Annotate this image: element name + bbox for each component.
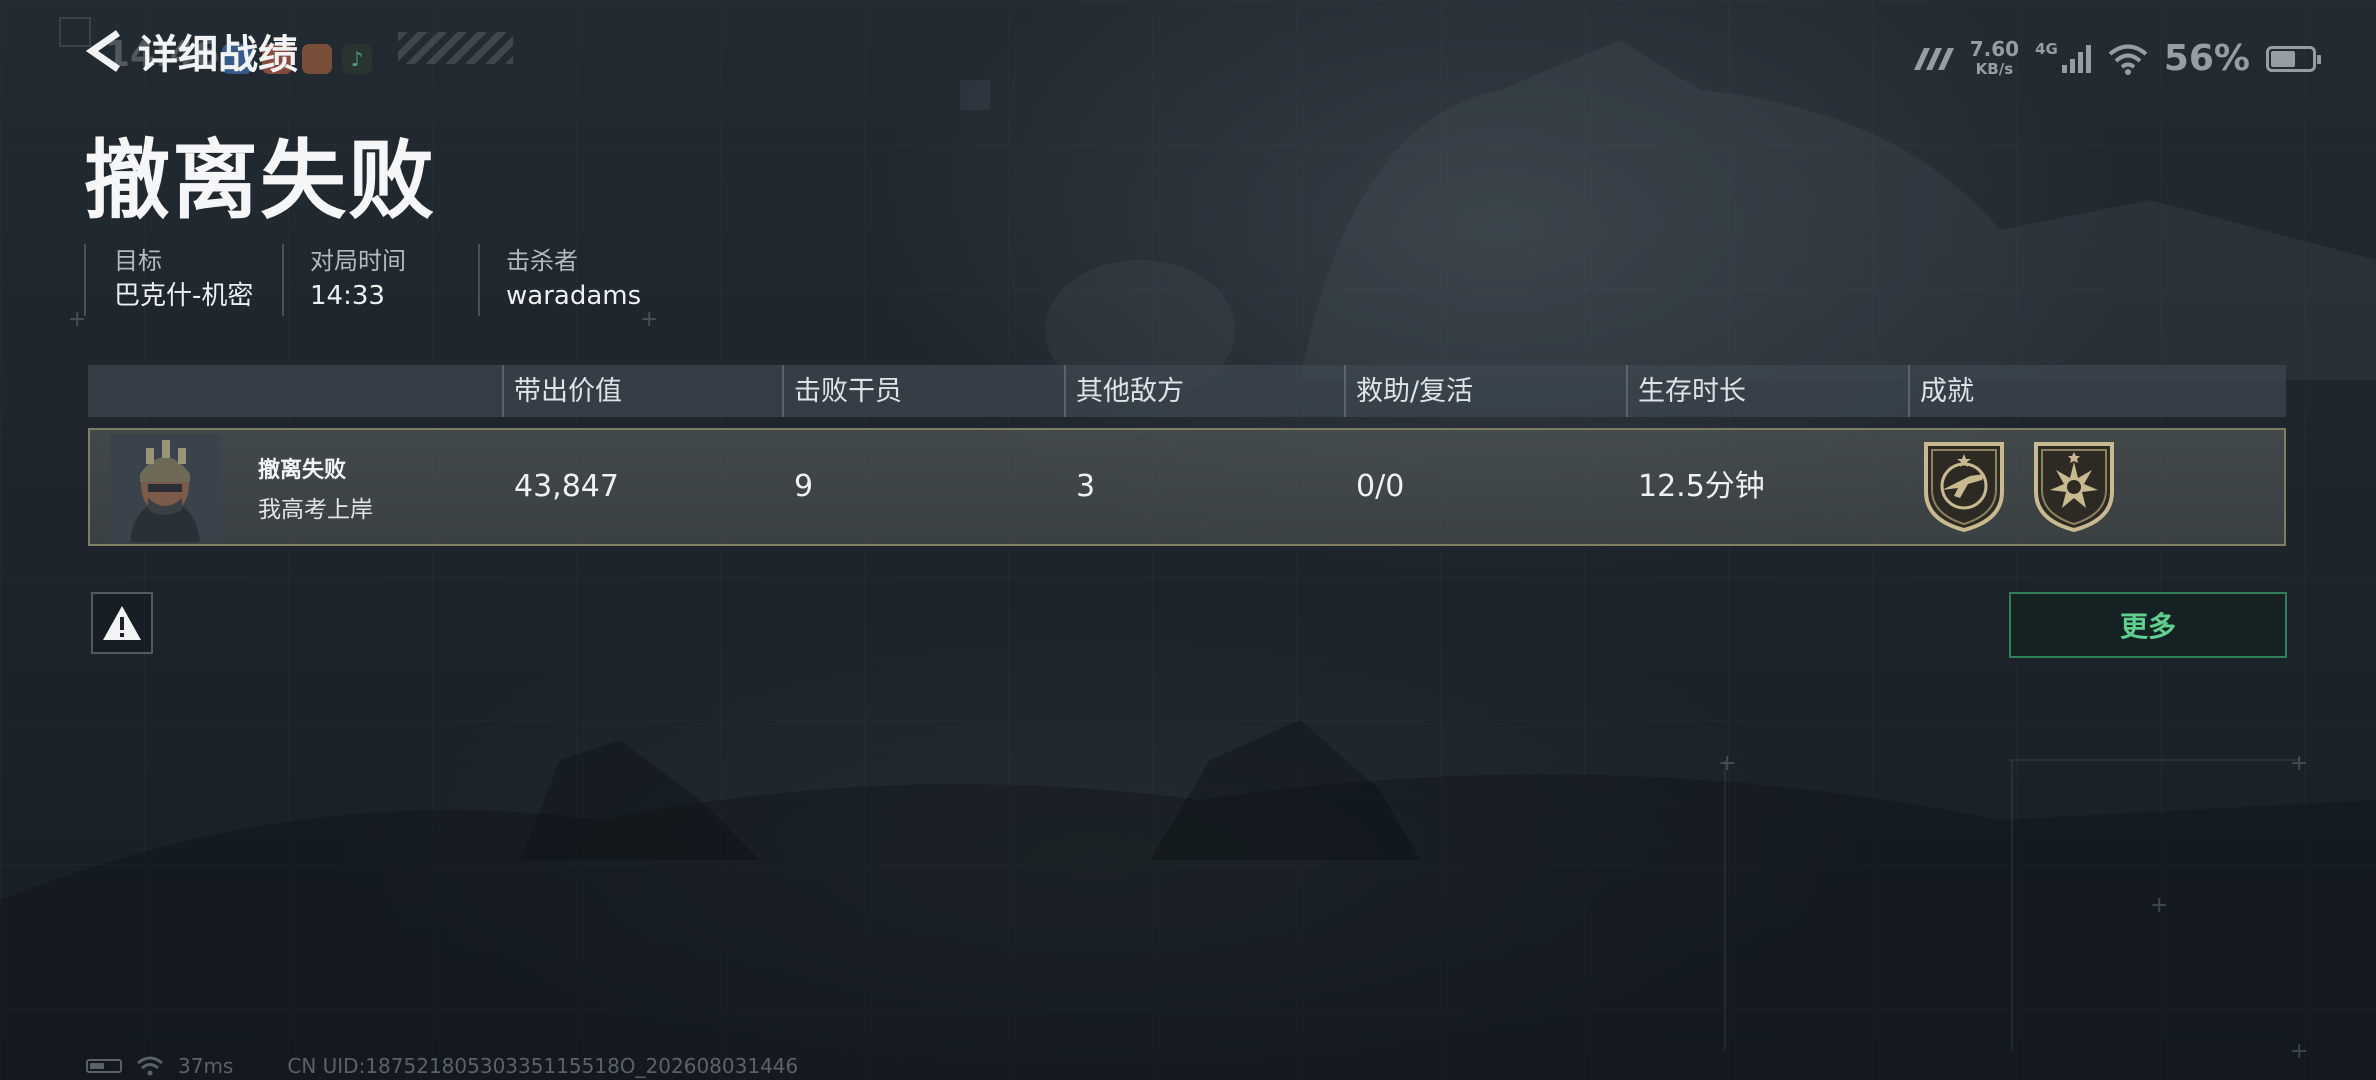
mini-wifi-icon (137, 1056, 163, 1076)
more-button[interactable]: 更多 (2009, 592, 2287, 658)
header-achievements: 成就 (1908, 365, 2286, 417)
result-title: 撤离失败 (84, 131, 436, 231)
report-button[interactable] (91, 592, 153, 654)
match-detail-screen: + + + + + + 14:46 ♪ 7.60 KB/s 4G 56% 详细战… (0, 0, 2376, 1080)
wifi-icon (2108, 44, 2148, 75)
svg-text:+: + (2290, 1039, 2308, 1064)
player-avatar[interactable] (110, 434, 220, 542)
info-killer: 击杀者 waradams (478, 244, 667, 316)
network-speed-unit: KB/s (1975, 59, 2014, 78)
back-button[interactable]: 详细战绩 (84, 22, 298, 80)
info-match-time-value: 14:33 (310, 281, 385, 311)
header-survival-time: 生存时长 (1626, 365, 1908, 417)
info-killer-value: waradams (506, 281, 642, 311)
cell-assists-revives: 0/0 (1356, 469, 1405, 504)
battery-icon (2266, 45, 2321, 72)
page-title: 详细战绩 (138, 32, 298, 78)
info-killer-label: 击杀者 (506, 247, 578, 275)
svg-text:+: + (2290, 751, 2308, 776)
warning-icon (103, 606, 141, 640)
network-type-label: 4G (2035, 40, 2058, 58)
network-speed-value: 7.60 (1969, 36, 2020, 61)
info-target-label: 目标 (114, 247, 162, 275)
cell-operators-defeated: 9 (794, 469, 814, 504)
signal-strength-icon (2061, 44, 2091, 73)
operator-portrait (110, 434, 220, 542)
info-match-time: 对局时间 14:33 (282, 244, 478, 316)
table-header: 带出价值 击败干员 其他敌方 救助/复活 生存时长 成就 (88, 365, 2286, 417)
battery-percent: 56% (2163, 38, 2250, 79)
mini-battery-icon (86, 1059, 122, 1073)
player-status: 撤离失败 (258, 458, 347, 483)
achievement-burst-badge-icon[interactable] (2030, 440, 2118, 532)
header-operators-defeated: 击败干员 (782, 365, 1064, 417)
match-info: 目标 巴克什-机密 对局时间 14:33 击杀者 waradams (84, 244, 667, 316)
svg-text:+: + (2150, 893, 2168, 918)
header-other-enemies: 其他敌方 (1064, 365, 1344, 417)
footer-status: 37ms CN UID:18752180530335115518O_202608… (86, 1054, 798, 1078)
carrier-logo-icon (1913, 47, 1954, 70)
info-target-value: 巴克什-机密 (114, 281, 254, 311)
music-note-icon: ♪ (342, 44, 372, 74)
cell-survival-time: 12.5分钟 (1638, 469, 1765, 504)
ping-value: 37ms (178, 1054, 234, 1078)
header-assists-revives: 救助/复活 (1344, 365, 1626, 417)
info-target: 目标 巴克什-机密 (84, 244, 282, 316)
achievement-badges (1920, 440, 2118, 532)
network-speed: 7.60 KB/s (1970, 39, 2019, 79)
cell-value-out: 43,847 (514, 469, 619, 504)
status-right-group: 7.60 KB/s 4G 56% (1910, 38, 2321, 79)
player-name: 我高考上岸 (258, 497, 373, 523)
cell-other-enemies: 3 (1076, 469, 1096, 504)
user-uid: CN UID:18752180530335115518O_20260803144… (287, 1054, 799, 1078)
decorative-stripe (398, 32, 513, 64)
header-value-out: 带出价值 (502, 365, 782, 417)
achievement-rifle-badge-icon[interactable] (1920, 440, 2008, 532)
back-arrow-icon (85, 30, 120, 72)
svg-text:+: + (1718, 751, 1736, 776)
player-row[interactable]: 撤离失败 我高考上岸 43,847 9 3 0/0 12.5分钟 (88, 428, 2286, 546)
info-match-time-label: 对局时间 (310, 247, 406, 275)
app-notification-icon (302, 44, 332, 74)
